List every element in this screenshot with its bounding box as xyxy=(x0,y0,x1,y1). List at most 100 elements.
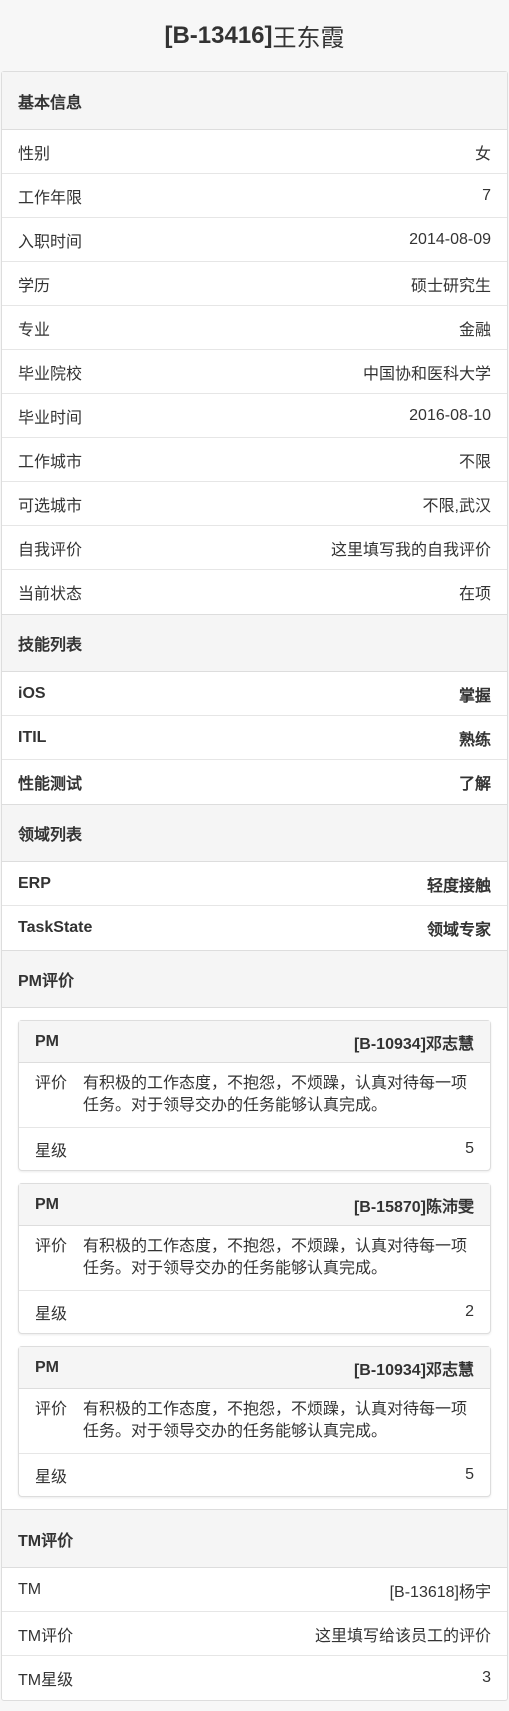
pm-eval-text: 有积极的工作态度，不抱怨，不烦躁，认真对待每一项任务。对于领导交办的任务能够认真… xyxy=(83,1401,468,1440)
info-label: 学历 xyxy=(18,277,51,295)
pm-eval-card: PM [B-10934]邓志慧 评价 有积极的工作态度，不抱怨，不烦躁，认真对待每一… xyxy=(18,1020,491,1171)
basic-info-panel: 基本信息 性别 女 工作年限 7 入职时间 2014-08-09 学历 硕士研究生 专业… xyxy=(1,71,508,1701)
info-value: 中国协和医科大学 xyxy=(362,365,491,383)
info-label: 专业 xyxy=(18,321,51,339)
info-label: 工作年限 xyxy=(18,189,83,207)
info-value: 不限,武汉 xyxy=(422,497,491,515)
tm-row: TM星级 3 xyxy=(2,1656,507,1700)
skill-name: 性能测试 xyxy=(18,776,83,793)
pm-person: [B-15870]陈沛雯 xyxy=(353,1198,474,1216)
pm-eval-text: 有积极的工作态度，不抱怨，不烦躁，认真对待每一项任务。对于领导交办的任务能够认真… xyxy=(83,1238,468,1277)
page-title: [B-13416] 王东霞 xyxy=(0,0,509,71)
tm-label: TM评价 xyxy=(18,1627,74,1645)
tm-value: 3 xyxy=(482,1669,491,1686)
pm-person: [B-10934]邓志慧 xyxy=(353,1361,474,1379)
employee-detail-page: [B-13416] 王东霞 基本信息 性别 女 工作年限 7 入职时间 2014-08-… xyxy=(0,0,509,1701)
info-row-major: 专业 金融 xyxy=(2,306,507,350)
tm-label: TM xyxy=(18,1580,42,1598)
info-row-education: 学历 硕士研究生 xyxy=(2,262,507,306)
info-label: 毕业院校 xyxy=(18,365,83,383)
pm-star-value: 5 xyxy=(465,1140,474,1157)
info-label: 入职时间 xyxy=(18,233,83,251)
info-value: 在项 xyxy=(458,586,491,603)
pm-role: PM xyxy=(35,1032,59,1050)
skills-header: 技能列表 xyxy=(2,614,507,672)
tm-value: 这里填写给该员工的评价 xyxy=(314,1627,491,1645)
info-row-gender: 性别 女 xyxy=(2,130,507,174)
info-row-status: 当前状态 在项 xyxy=(2,570,507,614)
pm-eval-label: 评价 xyxy=(35,1238,68,1255)
pm-star-label: 星级 xyxy=(35,1143,68,1160)
tm-label: TM星级 xyxy=(18,1672,74,1689)
pm-star-label: 星级 xyxy=(35,1469,68,1486)
info-row-work-city: 工作城市 不限 xyxy=(2,438,507,482)
pm-eval-label: 评价 xyxy=(35,1401,68,1418)
tm-eval-list: TM [B-13618]杨宇 TM评价 这里填写给该员工的评价 TM星级 3 xyxy=(2,1568,507,1700)
pm-eval-header: PM评价 xyxy=(2,950,507,1008)
tm-row: TM评价 这里填写给该员工的评价 xyxy=(2,1612,507,1656)
skill-name: iOS xyxy=(18,684,46,702)
pm-card-header: PM [B-10934]邓志慧 xyxy=(19,1021,490,1063)
info-value: 硕士研究生 xyxy=(410,277,491,295)
pm-role: PM xyxy=(35,1358,59,1376)
domain-row: ERP 轻度接触 xyxy=(2,862,507,906)
skill-row: ITIL 熟练 xyxy=(2,716,507,760)
basic-info-header: 基本信息 xyxy=(2,72,507,130)
info-row-school: 毕业院校 中国协和医科大学 xyxy=(2,350,507,394)
pm-eval-row: 评价 有积极的工作态度，不抱怨，不烦躁，认真对待每一项任务。对于领导交办的任务能够… xyxy=(19,1389,490,1454)
pm-star-value: 5 xyxy=(465,1466,474,1483)
pm-eval-list: PM [B-10934]邓志慧 评价 有积极的工作态度，不抱怨，不烦躁，认真对待每一… xyxy=(2,1008,507,1510)
pm-star-row: 星级 5 xyxy=(19,1128,490,1170)
info-label: 工作城市 xyxy=(18,453,83,471)
info-value: 金融 xyxy=(458,321,491,339)
domains-list: ERP 轻度接触 TaskState 领域专家 xyxy=(2,862,507,950)
pm-star-label: 星级 xyxy=(35,1306,68,1323)
info-value: 这里填写我的自我评价 xyxy=(330,541,491,559)
info-value: 女 xyxy=(474,145,491,163)
pm-eval-card: PM [B-10934]邓志慧 评价 有积极的工作态度，不抱怨，不烦躁，认真对待每一… xyxy=(18,1346,491,1497)
skill-row: iOS 掌握 xyxy=(2,672,507,716)
skill-level: 掌握 xyxy=(458,687,491,705)
domain-level: 轻度接触 xyxy=(426,877,491,895)
info-row-years: 工作年限 7 xyxy=(2,174,507,218)
domain-name: TaskState xyxy=(18,919,93,936)
tm-value: [B-13618]杨宇 xyxy=(389,1583,491,1601)
pm-eval-row: 评价 有积极的工作态度，不抱怨，不烦躁，认真对待每一项任务。对于领导交办的任务能够… xyxy=(19,1063,490,1128)
skills-list: iOS 掌握 ITIL 熟练 性能测试 了解 xyxy=(2,672,507,804)
info-label: 可选城市 xyxy=(18,497,83,515)
skill-level: 了解 xyxy=(458,776,491,793)
info-row-graduation: 毕业时间 2016-08-10 xyxy=(2,394,507,438)
domain-name: ERP xyxy=(18,874,51,892)
pm-role: PM xyxy=(35,1195,59,1213)
pm-star-value: 2 xyxy=(465,1303,474,1320)
employee-name: 王东霞 xyxy=(272,25,345,52)
skill-name: ITIL xyxy=(18,728,47,746)
domain-row: TaskState 领域专家 xyxy=(2,906,507,950)
pm-person: [B-10934]邓志慧 xyxy=(353,1035,474,1053)
info-row-join-date: 入职时间 2014-08-09 xyxy=(2,218,507,262)
info-row-optional-city: 可选城市 不限,武汉 xyxy=(2,482,507,526)
pm-star-row: 星级 2 xyxy=(19,1291,490,1333)
info-label: 自我评价 xyxy=(18,541,83,559)
pm-eval-label: 评价 xyxy=(35,1075,68,1092)
domain-level: 领域专家 xyxy=(426,922,491,939)
pm-card-header: PM [B-10934]邓志慧 xyxy=(19,1347,490,1389)
skill-row: 性能测试 了解 xyxy=(2,760,507,804)
tm-row: TM [B-13618]杨宇 xyxy=(2,1568,507,1612)
pm-card-header: PM [B-15870]陈沛雯 xyxy=(19,1184,490,1226)
info-value: 2014-08-09 xyxy=(409,230,491,248)
info-label: 当前状态 xyxy=(18,586,83,603)
domains-header: 领域列表 xyxy=(2,804,507,862)
info-value: 不限 xyxy=(458,453,491,471)
basic-info-list: 性别 女 工作年限 7 入职时间 2014-08-09 学历 硕士研究生 专业 金融 毕业… xyxy=(2,130,507,614)
pm-eval-card: PM [B-15870]陈沛雯 评价 有积极的工作态度，不抱怨，不烦躁，认真对待每一… xyxy=(18,1183,491,1334)
info-label: 毕业时间 xyxy=(18,409,83,427)
skill-level: 熟练 xyxy=(458,731,491,749)
pm-eval-text: 有积极的工作态度，不抱怨，不烦躁，认真对待每一项任务。对于领导交办的任务能够认真… xyxy=(83,1075,468,1114)
info-label: 性别 xyxy=(18,145,51,163)
info-value: 7 xyxy=(482,186,491,204)
tm-eval-header: TM评价 xyxy=(2,1510,507,1568)
pm-star-row: 星级 5 xyxy=(19,1454,490,1496)
info-value: 2016-08-10 xyxy=(409,406,491,424)
employee-code: [B-13416] xyxy=(164,21,273,49)
